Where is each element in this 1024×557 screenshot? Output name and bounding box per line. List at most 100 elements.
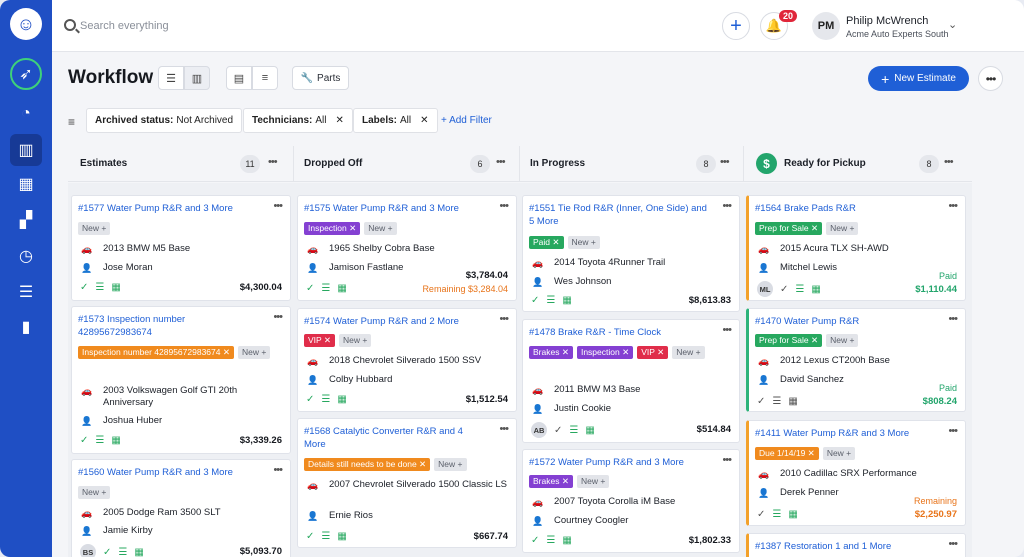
tag-new[interactable]: New + xyxy=(822,447,856,460)
tag-inspection-number[interactable]: Inspection number 42895672983674 ✕ xyxy=(78,346,234,359)
card-more-button[interactable]: ••• xyxy=(722,454,732,466)
card-more-button[interactable]: ••• xyxy=(273,311,283,323)
tag-brakes[interactable]: Brakes ✕ xyxy=(529,346,573,359)
ready-card[interactable]: #1564 Brake Pads R&R ••• Prep for Sale ✕… xyxy=(746,195,966,301)
rocket-icon[interactable]: ➶ xyxy=(10,58,42,90)
tag-new[interactable]: New + xyxy=(364,222,397,235)
kanban-icon[interactable]: ▥ xyxy=(10,134,42,166)
close-icon[interactable]: ✕ xyxy=(420,115,428,126)
more-options-button[interactable]: ••• xyxy=(978,66,1003,91)
check-icon: ✓ xyxy=(80,435,89,446)
list-icon: ☰ xyxy=(772,509,782,520)
card-title[interactable]: #1387 Restoration 1 and 1 More xyxy=(755,540,935,553)
card-title[interactable]: #1470 Water Pump R&R xyxy=(755,315,935,328)
card-more-button[interactable]: ••• xyxy=(273,464,283,476)
tag-inspection[interactable]: Inspection ✕ xyxy=(304,222,361,235)
card-more-button[interactable]: ••• xyxy=(273,200,283,212)
gauge-icon[interactable]: ◔ xyxy=(10,98,42,130)
tag-details[interactable]: Details still needs to be done ✕ xyxy=(304,458,431,471)
column-more-button[interactable]: ••• xyxy=(268,156,278,168)
parts-button[interactable]: 🔧 Parts xyxy=(292,66,349,90)
tag-vip[interactable]: VIP ✕ xyxy=(637,346,669,359)
expanded-view-button[interactable]: ≡ xyxy=(252,66,278,90)
tag-new[interactable]: New + xyxy=(826,222,859,235)
tag-due-date[interactable]: Due 1/14/19 ✕ xyxy=(755,447,819,460)
technician-avatar: BS xyxy=(80,544,96,557)
tag-brakes[interactable]: Brakes ✕ xyxy=(529,475,573,488)
filter-labels[interactable]: Labels: All ✕ xyxy=(353,108,438,133)
monkey-logo-icon[interactable]: ☺ xyxy=(10,8,42,40)
card-more-button[interactable]: ••• xyxy=(948,200,958,212)
tag-new[interactable]: New + xyxy=(339,334,372,347)
tag-new[interactable]: New + xyxy=(78,222,111,235)
close-icon[interactable]: ✕ xyxy=(336,115,344,126)
card-more-button[interactable]: ••• xyxy=(948,538,958,550)
card-title[interactable]: #1572 Water Pump R&R and 3 More xyxy=(529,456,709,469)
column-more-button[interactable]: ••• xyxy=(496,156,506,168)
card-more-button[interactable]: ••• xyxy=(499,200,509,212)
new-estimate-button[interactable]: + New Estimate xyxy=(868,66,969,91)
bar-chart-icon[interactable]: ▮ xyxy=(10,311,42,343)
dropped-off-card[interactable]: #1568 Catalytic Converter R&R and 4 More… xyxy=(297,418,517,548)
card-more-button[interactable]: ••• xyxy=(948,313,958,325)
column-count: 8 xyxy=(919,155,939,173)
compact-view-button[interactable]: ▤ xyxy=(226,66,252,90)
card-title[interactable]: #1577 Water Pump R&R and 3 More xyxy=(78,202,258,215)
tag-inspection[interactable]: Inspection ✕ xyxy=(576,346,634,359)
tag-new[interactable]: New + xyxy=(237,346,271,359)
dropped-off-card[interactable]: #1574 Water Pump R&R and 2 More ••• VIP … xyxy=(297,308,517,412)
card-title[interactable]: #1574 Water Pump R&R and 2 More xyxy=(304,315,484,328)
tag-new[interactable]: New + xyxy=(434,458,467,471)
estimate-card[interactable]: #1573 Inspection number 42895672983674 •… xyxy=(71,306,291,454)
column-more-button[interactable]: ••• xyxy=(720,156,730,168)
column-more-button[interactable]: ••• xyxy=(944,156,954,168)
search-input[interactable] xyxy=(80,17,380,35)
ready-card[interactable]: #1411 Water Pump R&R and 3 More ••• Due … xyxy=(746,420,966,526)
card-title[interactable]: #1551 Tie Rod R&R (Inner, One Side) and … xyxy=(529,202,709,228)
filter-icon[interactable]: ≡ xyxy=(68,115,75,129)
tag-prep-for-sale[interactable]: Prep for Sale ✕ xyxy=(755,222,823,235)
card-more-button[interactable]: ••• xyxy=(948,425,958,437)
in-progress-card[interactable]: #1572 Water Pump R&R and 3 More ••• Brak… xyxy=(522,449,740,553)
card-title[interactable]: #1573 Inspection number 42895672983674 xyxy=(78,313,258,339)
card-title[interactable]: #1411 Water Pump R&R and 3 More xyxy=(755,427,935,440)
ready-card[interactable]: #1470 Water Pump R&R ••• Prep for Sale ✕… xyxy=(746,308,966,412)
estimate-card[interactable]: #1577 Water Pump R&R and 3 More ••• New … xyxy=(71,195,291,301)
tag-new[interactable]: New + xyxy=(672,346,705,359)
card-title[interactable]: #1478 Brake R&R - Time Clock xyxy=(529,326,709,339)
card-more-button[interactable]: ••• xyxy=(499,423,509,435)
in-progress-card[interactable]: #1478 Brake R&R - Time Clock ••• Brakes … xyxy=(522,319,740,443)
filter-technicians[interactable]: Technicians: All ✕ xyxy=(243,108,353,133)
quick-add-button[interactable]: + xyxy=(722,12,750,40)
card-more-button[interactable]: ••• xyxy=(722,200,732,212)
clock-icon[interactable]: ◷ xyxy=(10,240,42,272)
card-amount: $5,093.70 xyxy=(239,546,282,557)
tag-new[interactable]: New + xyxy=(826,334,859,347)
card-title[interactable]: #1564 Brake Pads R&R xyxy=(755,202,935,215)
filter-archived-status[interactable]: Archived status: Not Archived xyxy=(86,108,243,133)
dropped-off-card[interactable]: #1575 Water Pump R&R and 3 More ••• Insp… xyxy=(297,195,517,301)
tag-new[interactable]: New + xyxy=(78,486,111,499)
list-icon[interactable]: ☰ xyxy=(10,276,42,308)
tag-vip[interactable]: VIP ✕ xyxy=(304,334,336,347)
tag-new[interactable]: New + xyxy=(567,236,600,249)
list-view-button[interactable]: ☰ xyxy=(158,66,184,90)
in-progress-card[interactable]: #1551 Tie Rod R&R (Inner, One Side) and … xyxy=(522,195,740,312)
card-title[interactable]: #1560 Water Pump R&R and 3 More xyxy=(78,466,258,479)
add-filter-link[interactable]: + Add Filter xyxy=(441,115,492,126)
calendar-icon[interactable]: ▦ xyxy=(10,168,42,200)
chevron-down-icon[interactable]: ⌄ xyxy=(948,18,957,31)
estimate-card[interactable]: #1560 Water Pump R&R and 3 More ••• New … xyxy=(71,459,291,557)
card-title[interactable]: #1568 Catalytic Converter R&R and 4 More xyxy=(304,425,484,451)
card-more-button[interactable]: ••• xyxy=(722,324,732,336)
grid-icon[interactable]: ▞ xyxy=(10,204,42,236)
tag-paid[interactable]: Paid ✕ xyxy=(529,236,564,249)
user-avatar[interactable]: PM xyxy=(812,12,840,40)
tag-prep-for-sale[interactable]: Prep for Sale ✕ xyxy=(755,334,823,347)
board-view-button[interactable]: ▥ xyxy=(184,66,210,90)
tag-new[interactable]: New + xyxy=(576,475,610,488)
card-more-button[interactable]: ••• xyxy=(499,313,509,325)
ready-card[interactable]: #1387 Restoration 1 and 1 More ••• xyxy=(746,533,966,557)
card-title[interactable]: #1575 Water Pump R&R and 3 More xyxy=(304,202,484,215)
user-name[interactable]: Philip McWrench xyxy=(846,15,928,27)
